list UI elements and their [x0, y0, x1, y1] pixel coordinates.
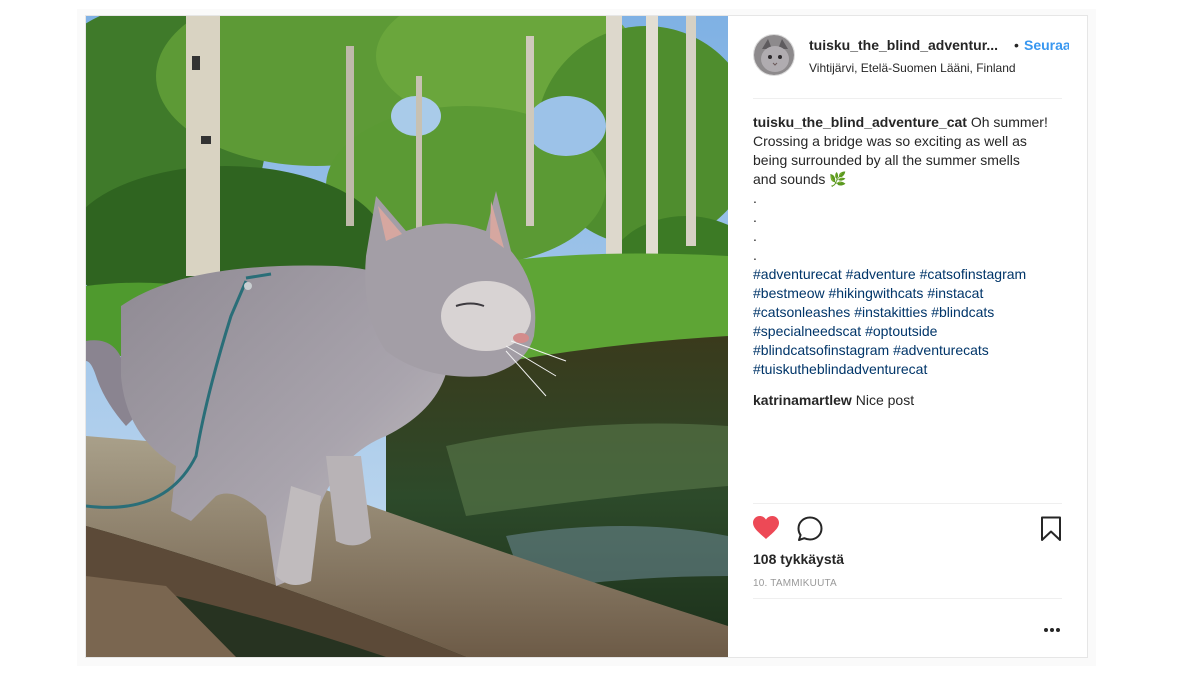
header-divider — [753, 98, 1062, 99]
caption-dot: . — [753, 247, 757, 263]
follow-button[interactable]: Seuraa — [1024, 37, 1069, 53]
caption-text-line: being surrounded by all the summer smell… — [753, 152, 1020, 168]
avatar[interactable] — [753, 34, 795, 76]
comment-box-divider — [753, 598, 1062, 599]
hashtag-link[interactable]: #adventurecat — [753, 266, 842, 282]
hashtag-link[interactable]: #blindcatsofinstagram — [753, 342, 889, 358]
post-header: tuisku_the_blind_adventur... • Seuraa Vi… — [753, 34, 1069, 98]
more-options-icon[interactable] — [1042, 622, 1062, 638]
hashtag-link[interactable]: #instacat — [927, 285, 983, 301]
caption-dot: . — [753, 228, 757, 244]
likes-count[interactable]: 108 tykkäystä — [753, 551, 844, 567]
cat-on-bridge-photo — [86, 16, 728, 657]
post-sidebar: tuisku_the_blind_adventur... • Seuraa Vi… — [728, 16, 1087, 657]
post-date[interactable]: 10. TAMMIKUUTA — [753, 578, 837, 589]
hashtag-link[interactable]: #specialneedscat — [753, 323, 861, 339]
hashtag-link[interactable]: #catsofinstagram — [920, 266, 1027, 282]
comment: katrinamartlew Nice post — [753, 391, 1062, 410]
hashtag-link[interactable]: #instakitties — [854, 304, 927, 320]
location-link[interactable]: Vihtijärvi, Etelä-Suomen Lääni, Finland — [809, 61, 1016, 75]
caption-username[interactable]: tuisku_the_blind_adventure_cat — [753, 114, 967, 130]
actions-divider — [753, 503, 1062, 504]
comment-text: Nice post — [855, 392, 915, 408]
hashtag-link[interactable]: #bestmeow — [753, 285, 825, 301]
caption-dot: . — [753, 190, 757, 206]
heart-icon[interactable] — [753, 516, 779, 545]
caption-text-line: and sounds 🌿 — [753, 171, 847, 187]
hashtag-link[interactable]: #adventure — [846, 266, 916, 282]
bookmark-icon[interactable] — [1040, 516, 1062, 547]
hashtag-link[interactable]: #optoutside — [865, 323, 937, 339]
comment-bubble-icon[interactable] — [797, 516, 823, 547]
hashtag-link[interactable]: #hikingwithcats — [828, 285, 923, 301]
hashtag-link[interactable]: #catsonleashes — [753, 304, 850, 320]
caption: tuisku_the_blind_adventure_cat Oh summer… — [753, 113, 1062, 379]
hashtag-link[interactable]: #blindcats — [931, 304, 994, 320]
caption-text-line: Oh summer! — [970, 114, 1048, 130]
comment-username[interactable]: katrinamartlew — [753, 392, 852, 408]
caption-dot: . — [753, 209, 757, 225]
comments-section: tuisku_the_blind_adventure_cat Oh summer… — [753, 113, 1062, 410]
header-separator: • — [1014, 37, 1019, 53]
header-username[interactable]: tuisku_the_blind_adventur... — [809, 37, 1009, 53]
hashtag-link[interactable]: #adventurecats — [893, 342, 989, 358]
hashtag-link[interactable]: #tuiskutheblindadventurecat — [753, 361, 927, 377]
action-bar — [753, 516, 1062, 542]
post-photo[interactable] — [86, 16, 728, 657]
caption-text-line: Crossing a bridge was so exciting as wel… — [753, 133, 1027, 149]
avatar-cat-icon — [754, 35, 794, 75]
